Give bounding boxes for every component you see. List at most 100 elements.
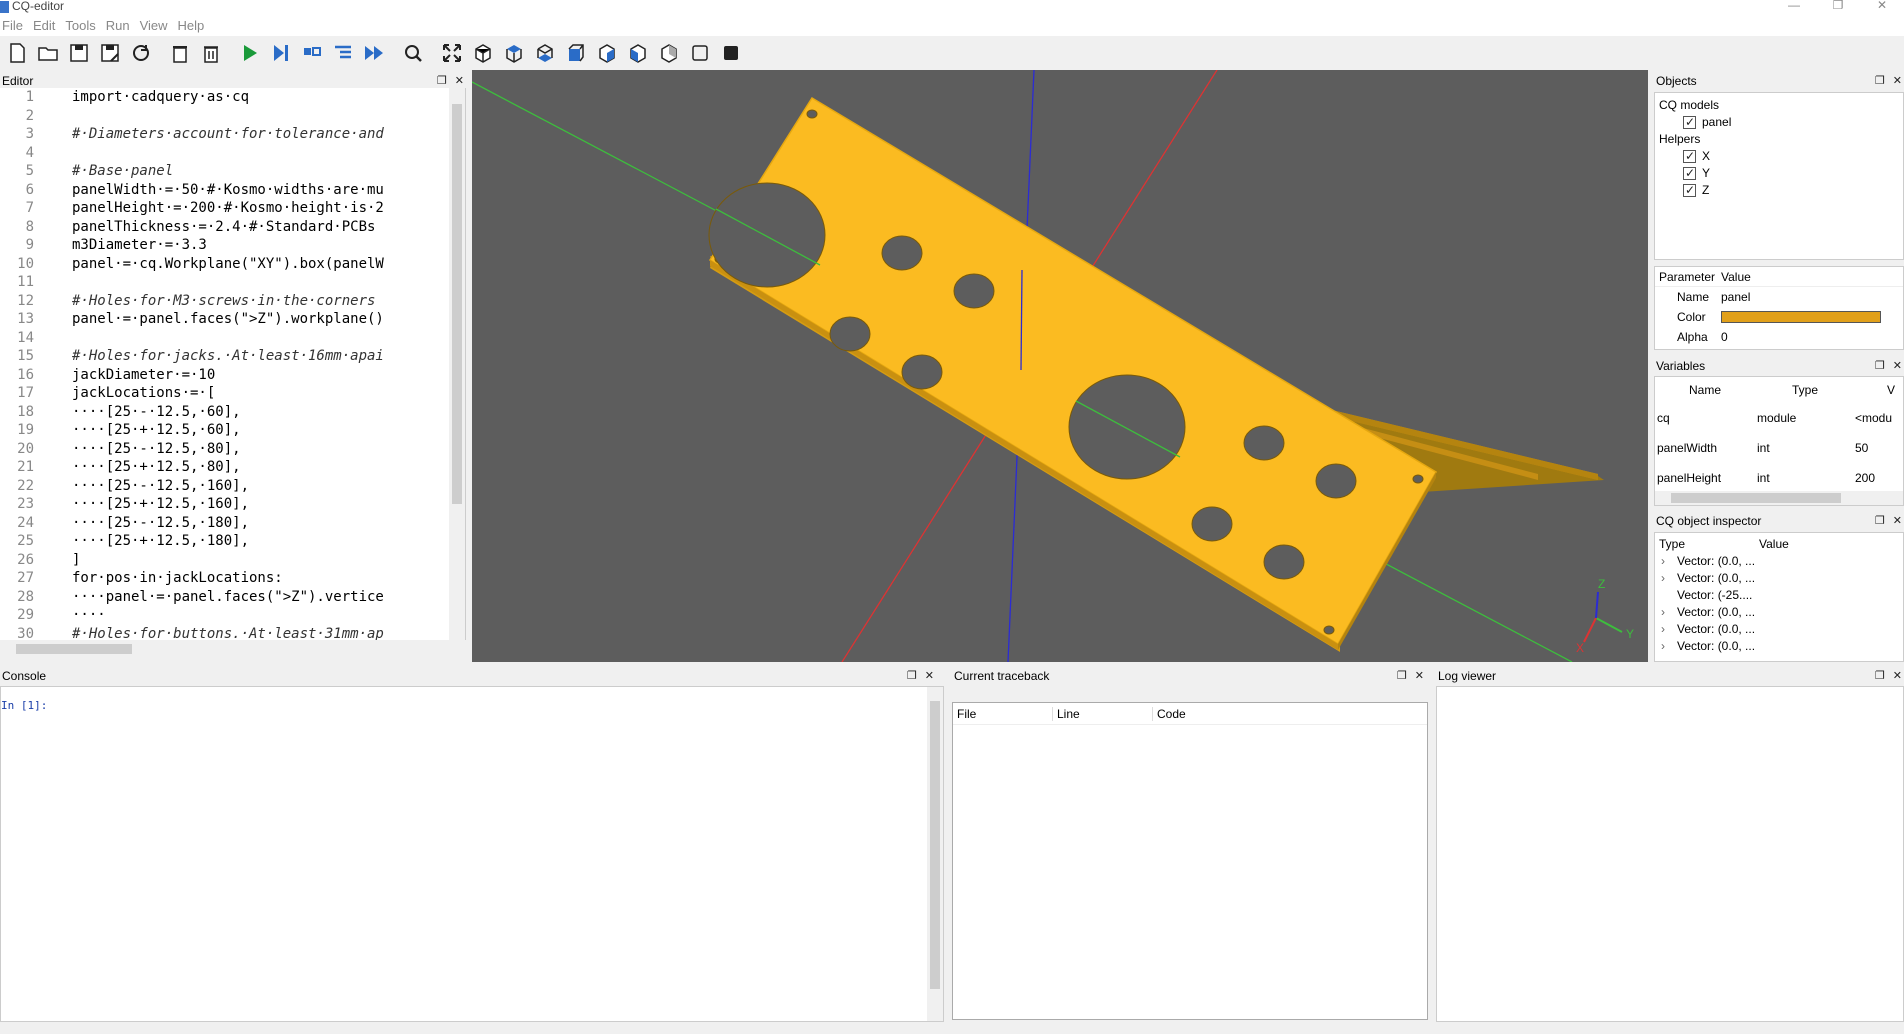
code-line[interactable] [72,273,438,292]
right-view-icon[interactable] [656,40,682,66]
code-line[interactable]: ···· [72,606,438,625]
code-area[interactable]: import·cadquery·as·cq #·Diameters·account… [72,88,438,640]
menu-help[interactable]: Help [178,16,213,36]
tree-item-x[interactable]: X [1659,148,1899,165]
float-icon[interactable]: ❐ [1875,72,1885,90]
code-line[interactable]: ····[25·-·12.5,·80], [72,440,438,459]
close-icon[interactable]: ✕ [1893,512,1902,530]
top-view-icon[interactable] [501,40,527,66]
tree-item-panel[interactable]: panel [1659,114,1899,131]
step-in-icon[interactable] [330,40,356,66]
inspector-row[interactable]: › Vector: (0.0, ... [1655,604,1903,621]
code-line[interactable]: ····[25·-·12.5,·60], [72,403,438,422]
menu-view[interactable]: View [140,16,176,36]
new-file-icon[interactable] [4,40,30,66]
code-line[interactable]: panelHeight·=·200·#·Kosmo·height·is·2 [72,199,438,218]
code-line[interactable]: m3Diameter·=·3.3 [72,236,438,255]
code-line[interactable]: #·Holes·for·jacks.·At·least·16mm·apai [72,347,438,366]
code-line[interactable]: ····panel·=·panel.faces(">Z").vertice [72,588,438,607]
reload-icon[interactable] [128,40,154,66]
code-line[interactable]: ····[25·+·12.5,·60], [72,421,438,440]
fit-view-icon[interactable] [439,40,465,66]
close-icon[interactable]: ✕ [1415,667,1424,685]
code-line[interactable]: ····[25·+·12.5,·160], [72,495,438,514]
tree-group-cq-models[interactable]: CQ models [1659,97,1899,114]
variable-row[interactable]: cq module <modu [1655,403,1903,433]
code-line[interactable] [72,329,438,348]
code-line[interactable]: panelWidth·=·50·#·Kosmo·widths·are·mu [72,181,438,200]
inspector-row[interactable]: › Vector: (0.0, ... [1655,621,1903,638]
delete-icon[interactable] [198,40,224,66]
menu-tools[interactable]: Tools [65,16,103,36]
code-line[interactable] [72,144,438,163]
float-icon[interactable]: ❐ [907,667,917,685]
float-icon[interactable]: ❐ [1875,667,1885,685]
code-line[interactable]: import·cadquery·as·cq [72,88,438,107]
tree-item-y[interactable]: Y [1659,165,1899,182]
close-icon[interactable]: ✕ [1893,357,1902,375]
debug-icon[interactable] [268,40,294,66]
visibility-checkbox[interactable] [1683,165,1696,182]
console-scrollbar[interactable] [927,687,943,1021]
maximize-button[interactable]: ❐ [1816,0,1860,16]
code-line[interactable]: ] [72,551,438,570]
float-icon[interactable]: ❐ [1875,512,1885,530]
minimize-button[interactable]: — [1772,0,1816,16]
menu-edit[interactable]: Edit [33,16,63,36]
inspect-icon[interactable] [400,40,426,66]
float-icon[interactable]: ❐ [1397,667,1407,685]
close-icon[interactable]: ✕ [1893,667,1902,685]
back-view-icon[interactable] [594,40,620,66]
run-icon[interactable] [237,40,263,66]
variable-row[interactable]: panelWidth int 50 [1655,433,1903,463]
color-swatch[interactable] [1721,311,1881,323]
close-button[interactable]: ✕ [1860,0,1904,16]
float-icon[interactable]: ❐ [1875,357,1885,375]
left-view-icon[interactable] [625,40,651,66]
code-line[interactable]: #·Holes·for·buttons.·At·least·31mm·ap [72,625,438,641]
editor-horizontal-scrollbar[interactable] [0,640,466,658]
wireframe-icon[interactable] [687,40,713,66]
tree-item-z[interactable]: Z [1659,182,1899,199]
code-line[interactable]: ····[25·+·12.5,·180], [72,532,438,551]
shaded-icon[interactable] [718,40,744,66]
code-line[interactable]: jackDiameter·=·10 [72,366,438,385]
step-icon[interactable] [299,40,325,66]
code-line[interactable] [72,107,438,126]
code-line[interactable]: panel·=·cq.Workplane("XY").box(panelW [72,255,438,274]
front-view-icon[interactable] [563,40,589,66]
code-line[interactable]: for·pos·in·jackLocations: [72,569,438,588]
inspector-row[interactable]: › Vector: (0.0, ... [1655,570,1903,587]
visibility-checkbox[interactable] [1683,148,1696,165]
menu-file[interactable]: File [2,16,31,36]
visibility-checkbox[interactable] [1683,114,1696,131]
save-as-icon[interactable] [97,40,123,66]
close-icon[interactable]: ✕ [1893,72,1902,90]
code-line[interactable]: panel·=·panel.faces(">Z").workplane() [72,310,438,329]
close-icon[interactable]: ✕ [925,667,934,685]
code-line[interactable]: ····[25·-·12.5,·160], [72,477,438,496]
iso-view-icon[interactable] [470,40,496,66]
save-icon[interactable] [66,40,92,66]
code-line[interactable]: jackLocations·=·[ [72,384,438,403]
name-value[interactable]: panel [1721,290,1750,304]
code-line[interactable]: panelThickness·=·2.4·#·Standard·PCBs [72,218,438,237]
variables-horizontal-scrollbar[interactable] [1655,491,1903,505]
bottom-view-icon[interactable] [532,40,558,66]
tree-group-helpers[interactable]: Helpers [1659,131,1899,148]
console[interactable]: In [1]: [0,686,944,1022]
editor-vertical-scrollbar[interactable] [449,88,465,640]
alpha-value[interactable]: 0 [1721,330,1728,344]
code-line[interactable]: ····[25·+·12.5,·80], [72,458,438,477]
code-line[interactable]: #·Base·panel [72,162,438,181]
inspector-row[interactable]: › Vector: (0.0, ... [1655,638,1903,655]
continue-icon[interactable] [361,40,387,66]
code-line[interactable]: #·Holes·for·M3·screws·in·the·corners [72,292,438,311]
code-line[interactable]: ····[25·-·12.5,·180], [72,514,438,533]
3d-viewport[interactable]: Y X Z [472,70,1648,662]
open-file-icon[interactable] [35,40,61,66]
variable-row[interactable]: panelHeight int 200 [1655,463,1903,493]
code-editor[interactable]: 1 2 3 4 5 6 7 8 9 10 11 12 13 14 15 16 17 18 19 20 21 22 23 24 2… [0,88,466,658]
inspector-row[interactable]: › Vector: (0.0, ... [1655,553,1903,570]
inspector-row[interactable]: Vector: (-25.... [1655,587,1903,604]
